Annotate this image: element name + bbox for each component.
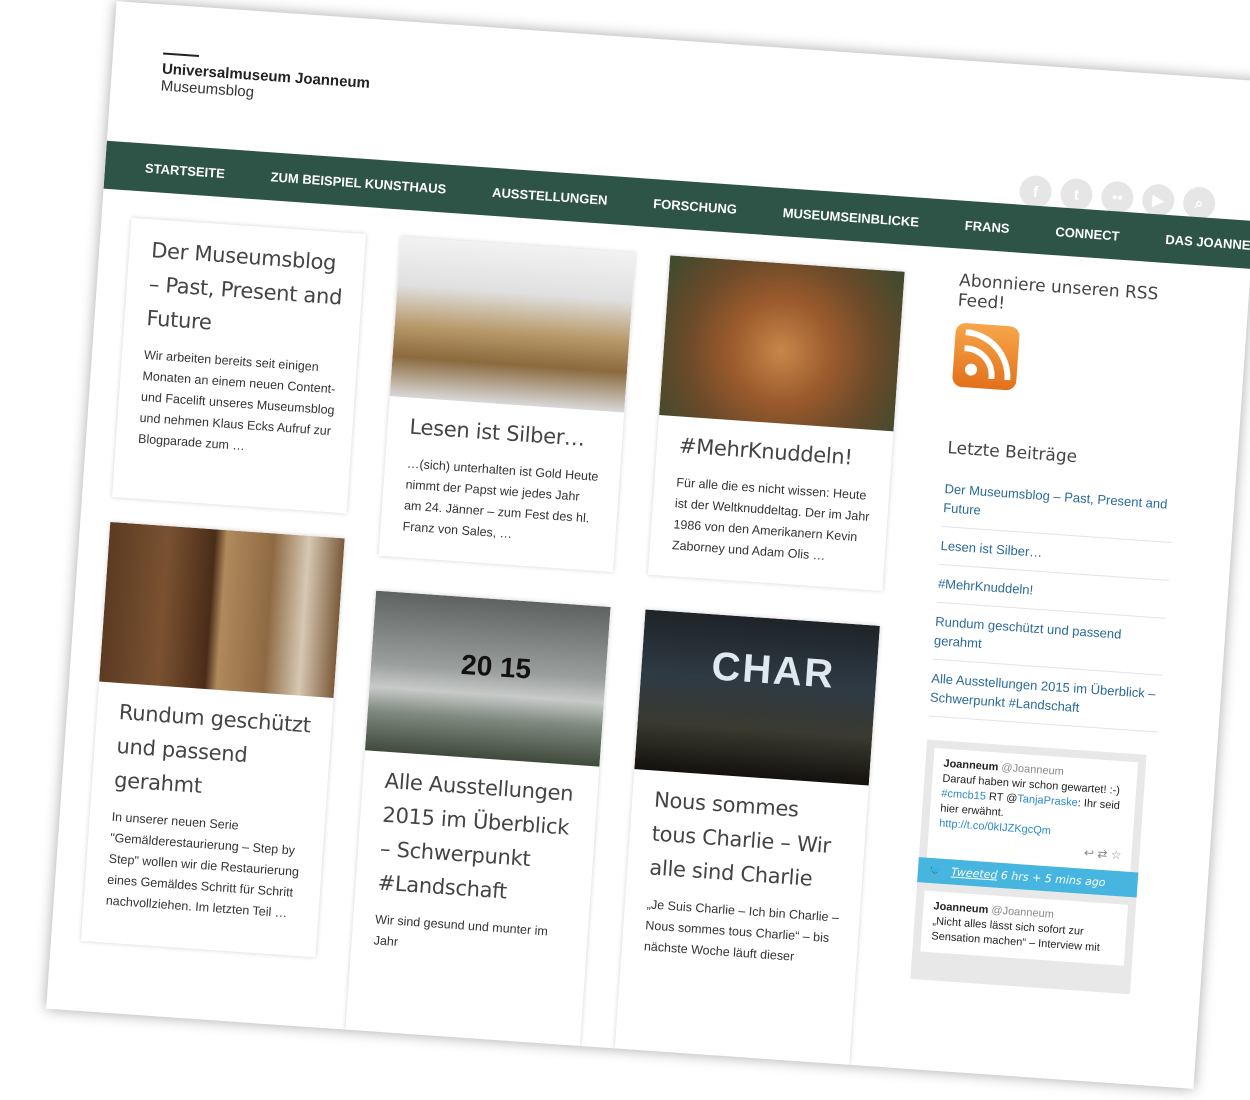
post-title[interactable]: Der Museumsblog – Past, Present and Futu…	[123, 218, 366, 356]
tweeted-time: 6 hrs + 5 mins ago	[1000, 868, 1106, 890]
recent-posts-heading: Letzte Beiträge	[946, 438, 1078, 468]
favorite-icon[interactable]: ☆	[1110, 848, 1122, 863]
post-card[interactable]: Lesen ist Silber… …(sich) unterhalten is…	[378, 236, 636, 573]
sidebar: Abonniere unseren RSS Feed! Letzte Beitr…	[910, 270, 1190, 995]
post-card[interactable]: CHAR Nous sommes tous Charlie – Wir alle…	[614, 609, 880, 1065]
tweet[interactable]: Joanneum @Joanneum Darauf haben wir scho…	[926, 747, 1139, 872]
post-image-wood[interactable]	[99, 521, 345, 698]
nav-frans[interactable]: FRANS	[964, 217, 1010, 235]
post-image-night-street[interactable]: CHAR	[634, 609, 880, 786]
youtube-icon[interactable]: ▶	[1141, 183, 1176, 218]
post-card[interactable]: 20 15 Alle Ausstellungen 2015 im Überbli…	[345, 590, 611, 1046]
nav-museumseinblicke[interactable]: MUSEUMSEINBLICKE	[782, 205, 919, 229]
search-icon[interactable]: ⌕	[1182, 186, 1217, 221]
image-overlay-text: CHAR	[710, 644, 837, 697]
tweet[interactable]: Joanneum @Joanneum „Nicht alles lässt si…	[920, 890, 1129, 966]
browser-page: Universalmuseum Joanneum Museumsblog f t…	[46, 1, 1250, 1089]
post-title[interactable]: Alle Ausstellungen 2015 im Überblick – S…	[354, 750, 599, 920]
post-excerpt: In unserer neuen Serie "Gemälderestaurie…	[105, 809, 300, 921]
tweet-user[interactable]: Joanneum	[933, 900, 989, 916]
image-overlay-text: 20 15	[460, 648, 533, 685]
post-excerpt: …(sich) unterhalten ist Gold Heute nimmt…	[402, 456, 599, 541]
twitter-widget: Joanneum @Joanneum Darauf haben wir scho…	[910, 739, 1147, 995]
twitter-bird-icon: 🐦	[927, 863, 943, 878]
post-title[interactable]: Nous sommes tous Charlie – Wir alle sind…	[626, 769, 869, 905]
post-card[interactable]: #MehrKnuddeln! Für alle die es nicht wis…	[647, 255, 905, 591]
rss-feed-icon[interactable]	[951, 322, 1021, 391]
site-logo[interactable]: Universalmuseum Joanneum Museumsblog	[160, 52, 371, 108]
retweet-icon[interactable]: ⇄	[1097, 847, 1108, 862]
tweet-user[interactable]: Joanneum	[943, 758, 999, 774]
nav-forschung[interactable]: FORSCHUNG	[653, 196, 738, 217]
tweet-rt: RT @	[985, 790, 1018, 805]
post-image-screenshot[interactable]	[389, 236, 636, 413]
tweet-hashtag[interactable]: #cmcb15	[941, 788, 986, 803]
post-image-painting[interactable]	[659, 255, 905, 432]
nav-connect[interactable]: CONNECT	[1055, 224, 1120, 243]
tweet-mention[interactable]: TanjaPraske	[1017, 793, 1078, 809]
nav-das-joanneum[interactable]: DAS JOANNEUM	[1165, 231, 1250, 253]
post-card[interactable]: Der Museumsblog – Past, Present and Futu…	[112, 217, 366, 514]
tweeted-label[interactable]: Tweeted	[951, 865, 998, 881]
rss-heading: Abonniere unseren RSS Feed!	[957, 270, 1159, 314]
post-image-landscape[interactable]: 20 15	[364, 590, 611, 767]
post-excerpt: Wir arbeiten bereits seit einigen Monate…	[137, 347, 336, 454]
nav-zum-beispiel-kunsthaus[interactable]: ZUM BEISPIEL KUNSTHAUS	[270, 169, 447, 196]
nav-ausstellungen[interactable]: AUSSTELLUNGEN	[492, 184, 608, 207]
flickr-icon[interactable]: ••	[1100, 180, 1135, 215]
post-excerpt: Für alle die es nicht wissen: Heute ist …	[671, 475, 870, 563]
post-title[interactable]: Rundum geschützt und passend gerahmt	[91, 682, 334, 818]
nav-startseite[interactable]: STARTSEITE	[145, 160, 226, 181]
recent-posts-list: Der Museumsblog – Past, Present and Futu…	[928, 470, 1176, 733]
logo-rule	[163, 52, 200, 57]
facebook-icon[interactable]: f	[1018, 174, 1053, 209]
reply-icon[interactable]: ↩	[1084, 846, 1095, 861]
twitter-icon[interactable]: t	[1059, 177, 1094, 212]
post-card[interactable]: Rundum geschützt und passend gerahmt In …	[80, 521, 345, 958]
